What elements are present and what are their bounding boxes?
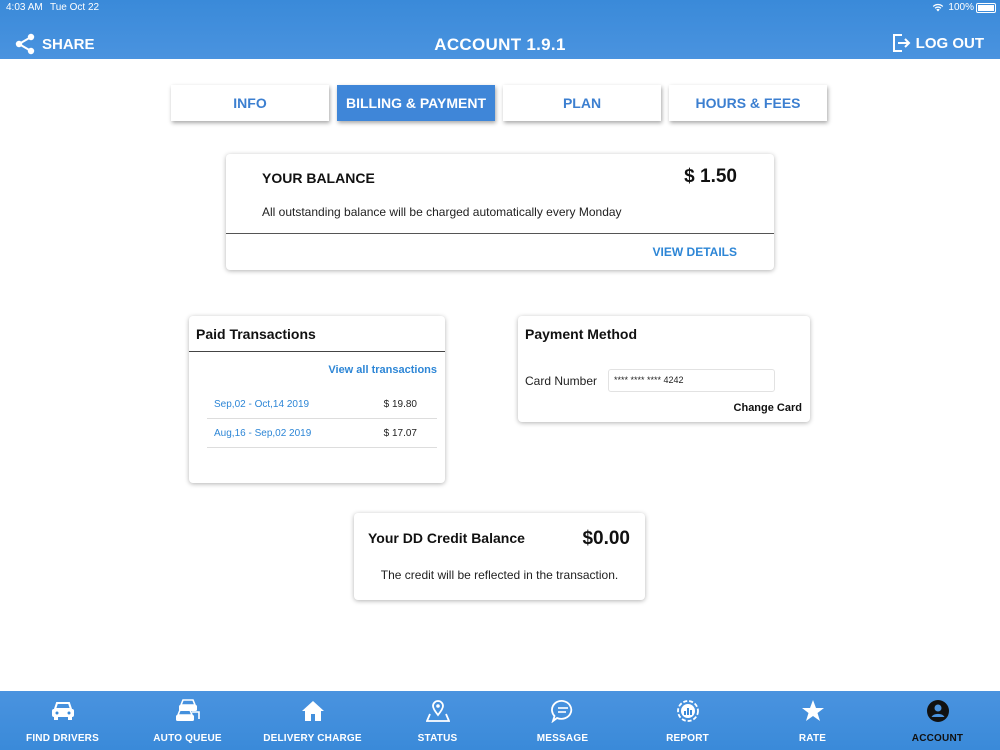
nav-status[interactable]: STATUS <box>375 691 500 750</box>
balance-card: YOUR BALANCE $ 1.50 All outstanding bala… <box>226 154 774 270</box>
logout-icon <box>891 33 911 53</box>
tab-hours-fees[interactable]: HOURS & FEES <box>669 85 827 121</box>
nav-label: STATUS <box>417 733 458 744</box>
logout-label: LOG OUT <box>915 34 984 52</box>
payment-method-title: Payment Method <box>525 326 638 342</box>
wifi-icon <box>932 3 944 12</box>
divider <box>189 351 445 352</box>
transaction-date-range[interactable]: Aug,16 - Sep,02 2019 <box>214 428 311 439</box>
paid-transactions-card: Paid Transactions View all transactions … <box>189 316 445 483</box>
bottom-nav: FIND DRIVERS AUTO QUEUE DELIVERY CHARGE … <box>0 691 1000 750</box>
car-icon <box>50 699 76 723</box>
nav-label: AUTO QUEUE <box>153 733 222 744</box>
nav-message[interactable]: MESSAGE <box>500 691 625 750</box>
account-icon <box>925 699 951 723</box>
card-number-field: **** **** **** 4242 <box>608 369 775 392</box>
transaction-row[interactable]: Aug,16 - Sep,02 2019 $ 17.07 <box>207 418 437 448</box>
nav-label: MESSAGE <box>536 733 589 744</box>
report-chart-icon <box>675 699 701 723</box>
transaction-amount: $ 19.80 <box>383 399 417 410</box>
paid-transactions-title: Paid Transactions <box>196 326 316 342</box>
map-pin-icon <box>425 699 451 723</box>
payment-method-card: Payment Method Card Number **** **** ***… <box>518 316 810 422</box>
divider <box>226 233 774 234</box>
nav-find-drivers[interactable]: FIND DRIVERS <box>0 691 125 750</box>
top-bar: 4:03 AM Tue Oct 22 100% SHARE ACCOUNT 1.… <box>0 0 1000 59</box>
transaction-amount: $ 17.07 <box>383 428 417 439</box>
tab-plan[interactable]: PLAN <box>503 85 661 121</box>
view-all-transactions-link[interactable]: View all transactions <box>328 364 437 376</box>
credit-balance-label: Your DD Credit Balance <box>368 530 525 546</box>
nav-label: FIND DRIVERS <box>26 733 99 744</box>
transaction-date-range[interactable]: Sep,02 - Oct,14 2019 <box>214 399 309 410</box>
battery-percent: 100% <box>948 2 974 13</box>
transaction-row[interactable]: Sep,02 - Oct,14 2019 $ 19.80 <box>207 389 437 419</box>
nav-auto-queue[interactable]: AUTO QUEUE <box>125 691 250 750</box>
status-time: 4:03 AM <box>6 2 43 13</box>
home-icon <box>300 699 326 723</box>
cars-queue-icon <box>175 699 201 723</box>
tab-info[interactable]: INFO <box>171 85 329 121</box>
credit-note: The credit will be reflected in the tran… <box>380 568 619 582</box>
balance-amount: $ 1.50 <box>684 166 737 187</box>
view-details-link[interactable]: VIEW DETAILS <box>653 245 737 259</box>
nav-label: DELIVERY CHARGE <box>263 733 362 744</box>
status-indicators: 100% <box>932 2 974 13</box>
status-date: Tue Oct 22 <box>50 2 100 13</box>
nav-delivery-charge[interactable]: DELIVERY CHARGE <box>250 691 375 750</box>
page-title: ACCOUNT 1.9.1 <box>434 35 566 54</box>
nav-label: ACCOUNT <box>911 733 964 744</box>
nav-account[interactable]: ACCOUNT <box>875 691 1000 750</box>
account-tabs: INFO BILLING & PAYMENT PLAN HOURS & FEES <box>171 85 827 121</box>
nav-label: RATE <box>798 733 827 744</box>
nav-label: REPORT <box>666 733 709 744</box>
balance-label: YOUR BALANCE <box>262 170 375 186</box>
change-card-button[interactable]: Change Card <box>734 402 802 414</box>
star-icon <box>800 699 826 723</box>
battery-icon <box>976 3 996 13</box>
credit-balance-amount: $0.00 <box>582 528 630 549</box>
balance-note: All outstanding balance will be charged … <box>262 205 622 219</box>
credit-balance-card: Your DD Credit Balance $0.00 The credit … <box>354 513 645 600</box>
nav-rate[interactable]: RATE <box>750 691 875 750</box>
logout-button[interactable]: LOG OUT <box>891 33 984 53</box>
nav-report[interactable]: REPORT <box>625 691 750 750</box>
card-number-label: Card Number <box>525 374 598 388</box>
tab-billing-payment[interactable]: BILLING & PAYMENT <box>337 85 495 121</box>
chat-bubble-icon <box>550 699 576 723</box>
